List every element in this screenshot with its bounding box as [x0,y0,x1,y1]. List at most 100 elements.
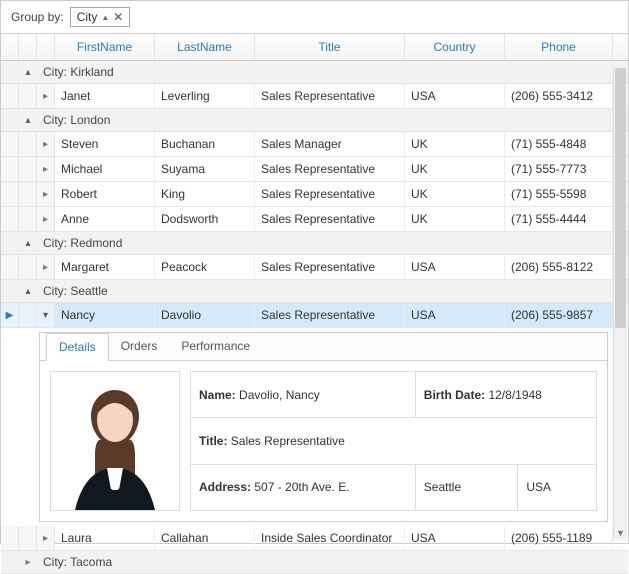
grid-body: City: KirklandJanetLeverlingSales Repres… [1,61,628,574]
group-label: City: Seattle [37,280,628,302]
row-detail-panel: DetailsOrdersPerformance Name: Davolio, N… [39,332,608,522]
row-expand-toggle[interactable] [37,207,55,231]
table-row[interactable]: AnneDodsworthSales RepresentativeUK(71) … [1,207,628,232]
row-indicator: ▶ [1,303,19,327]
col-title[interactable]: Title [255,34,405,60]
cell-country: USA [405,303,505,327]
detail-country: USA [518,464,597,510]
row-indicator [1,157,19,181]
group-row[interactable]: City: Tacoma [1,551,628,574]
detail-body: Name: Davolio, NancyBirth Date: 12/8/194… [40,361,607,521]
cell-lastname: Suyama [155,157,255,181]
detail-title: Title: Sales Representative [191,418,597,464]
cell-firstname: Margaret [55,255,155,279]
row-indicator [1,182,19,206]
group-row[interactable]: City: Seattle [1,280,628,303]
group-chip-city[interactable]: City ▲ ✕ [70,7,131,27]
cell-lastname: Dodsworth [155,207,255,231]
table-row[interactable]: StevenBuchananSales ManagerUK(71) 555-48… [1,132,628,157]
group-expand-toggle[interactable] [19,232,37,254]
group-row[interactable]: City: Redmond [1,232,628,255]
cell-country: USA [405,255,505,279]
column-header-row: FirstName LastName Title Country Phone [1,34,628,61]
cell-country: USA [405,526,505,550]
tab-performance[interactable]: Performance [169,333,262,360]
cell-firstname: Nancy [55,303,155,327]
employee-photo [50,371,180,511]
cell-firstname: Steven [55,132,155,156]
cell-country: UK [405,132,505,156]
table-row[interactable]: LauraCallahanInside Sales CoordinatorUSA… [1,526,628,551]
row-expand-toggle[interactable] [37,526,55,550]
cell-title: Sales Representative [255,255,405,279]
row-indicator [1,132,19,156]
tab-orders[interactable]: Orders [109,333,170,360]
cell-firstname: Anne [55,207,155,231]
cell-country: UK [405,157,505,181]
detail-address: Address: 507 - 20th Ave. E. [191,464,416,510]
cell-firstname: Robert [55,182,155,206]
group-label: City: London [37,109,628,131]
cell-country: UK [405,207,505,231]
group-label: City: Redmond [37,232,628,254]
group-by-panel: Group by: City ▲ ✕ [1,1,628,33]
group-label: City: Kirkland [37,61,628,83]
row-expand-toggle[interactable] [37,182,55,206]
cell-phone: (71) 555-4848 [505,132,613,156]
group-by-label: Group by: [11,10,64,24]
cell-country: USA [405,84,505,108]
detail-tabs: DetailsOrdersPerformance [40,333,607,361]
cell-country: UK [405,182,505,206]
cell-lastname: Davolio [155,303,255,327]
close-icon[interactable]: ✕ [113,11,123,23]
scroll-down-button[interactable]: ▼ [614,526,627,540]
cell-phone: (206) 555-9857 [505,303,613,327]
scroll-thumb[interactable] [615,68,626,328]
cell-title: Sales Representative [255,303,405,327]
group-expand-toggle[interactable] [19,109,37,131]
table-row[interactable]: RobertKingSales RepresentativeUK(71) 555… [1,182,628,207]
cell-title: Sales Manager [255,132,405,156]
cell-firstname: Janet [55,84,155,108]
row-indicator [1,526,19,550]
cell-phone: (71) 555-5598 [505,182,613,206]
cell-firstname: Laura [55,526,155,550]
col-phone[interactable]: Phone [505,34,613,60]
table-row[interactable]: ▶ NancyDavolioSales RepresentativeUSA(206… [1,303,628,328]
vertical-scrollbar[interactable]: ▲ ▼ [613,66,627,540]
col-country[interactable]: Country [405,34,505,60]
detail-name: Name: Davolio, Nancy [191,372,416,418]
table-row[interactable]: MichaelSuyamaSales RepresentativeUK(71) … [1,157,628,182]
row-expand-toggle[interactable] [37,132,55,156]
sort-asc-icon: ▲ [101,13,109,22]
cell-title: Sales Representative [255,182,405,206]
row-expand-toggle[interactable] [37,303,55,327]
table-row[interactable]: MargaretPeacockSales RepresentativeUSA(2… [1,255,628,280]
cell-title: Sales Representative [255,84,405,108]
group-expand-toggle[interactable] [19,61,37,83]
row-indicator-header [1,34,19,60]
cell-firstname: Michael [55,157,155,181]
group-expand-toggle[interactable] [19,280,37,302]
grid-container: FirstName LastName Title Country Phone C… [1,33,628,541]
cell-lastname: Peacock [155,255,255,279]
row-expand-toggle[interactable] [37,84,55,108]
col-lastname[interactable]: LastName [155,34,255,60]
group-row[interactable]: City: Kirkland [1,61,628,84]
group-chip-text: City [77,10,98,24]
row-expand-toggle[interactable] [37,157,55,181]
cell-lastname: Buchanan [155,132,255,156]
col-firstname[interactable]: FirstName [55,34,155,60]
tab-details[interactable]: Details [46,333,109,361]
row-expand-toggle[interactable] [37,255,55,279]
cell-lastname: King [155,182,255,206]
cell-lastname: Callahan [155,526,255,550]
group-row[interactable]: City: London [1,109,628,132]
cell-title: Sales Representative [255,207,405,231]
detail-info-table: Name: Davolio, NancyBirth Date: 12/8/194… [190,371,597,511]
table-row[interactable]: JanetLeverlingSales RepresentativeUSA(20… [1,84,628,109]
group-expand-toggle[interactable] [19,551,37,573]
row-indicator [1,84,19,108]
cell-phone: (206) 555-1189 [505,526,613,550]
detail-city: Seattle [415,464,518,510]
